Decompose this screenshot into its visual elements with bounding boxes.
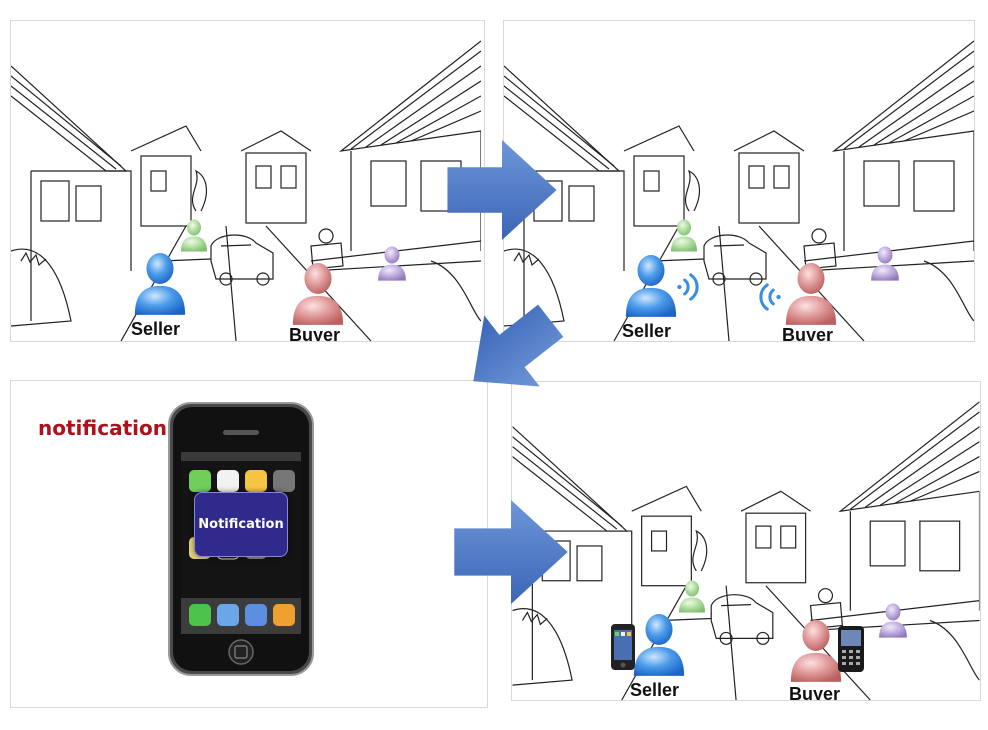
notification-popup: Notification	[194, 492, 288, 557]
panel-discovery: Seller Buyer	[503, 20, 975, 342]
seller-person-icon	[131, 249, 189, 317]
street-sketch	[512, 401, 980, 700]
arrow-right-icon	[447, 140, 557, 240]
seller-person-icon	[622, 251, 680, 319]
arrow-down-left-icon	[452, 296, 572, 406]
buyer-label: Buyer	[782, 325, 834, 342]
buyer-person-icon	[782, 259, 840, 327]
bystander-green-icon	[677, 578, 707, 614]
buyer-person-icon	[787, 616, 845, 684]
bystander-purple-icon	[877, 600, 909, 640]
buyer-smartphone-icon	[838, 626, 864, 672]
bystander-purple-icon	[376, 243, 408, 283]
street-sketch	[11, 40, 481, 341]
panel-before: Seller Buyer	[10, 20, 485, 342]
arrow-right-icon	[454, 500, 568, 604]
buyer-label: Buyer	[289, 325, 341, 342]
seller-label: Seller	[622, 321, 672, 341]
seller-label: Seller	[630, 680, 680, 700]
bystander-green-icon	[669, 217, 699, 253]
panel-connected: Seller Buyer	[511, 381, 981, 701]
wifi-signal-icon	[676, 269, 702, 305]
buyer-person-icon	[289, 259, 347, 327]
wifi-signal-icon	[756, 279, 782, 315]
notification-title: notification	[38, 416, 167, 440]
seller-label: Seller	[131, 319, 181, 339]
bystander-purple-icon	[869, 243, 901, 283]
bystander-green-icon	[179, 217, 209, 253]
buyer-label: Buyer	[789, 684, 841, 701]
street-sketch	[504, 40, 974, 341]
seller-person-icon	[630, 610, 688, 678]
